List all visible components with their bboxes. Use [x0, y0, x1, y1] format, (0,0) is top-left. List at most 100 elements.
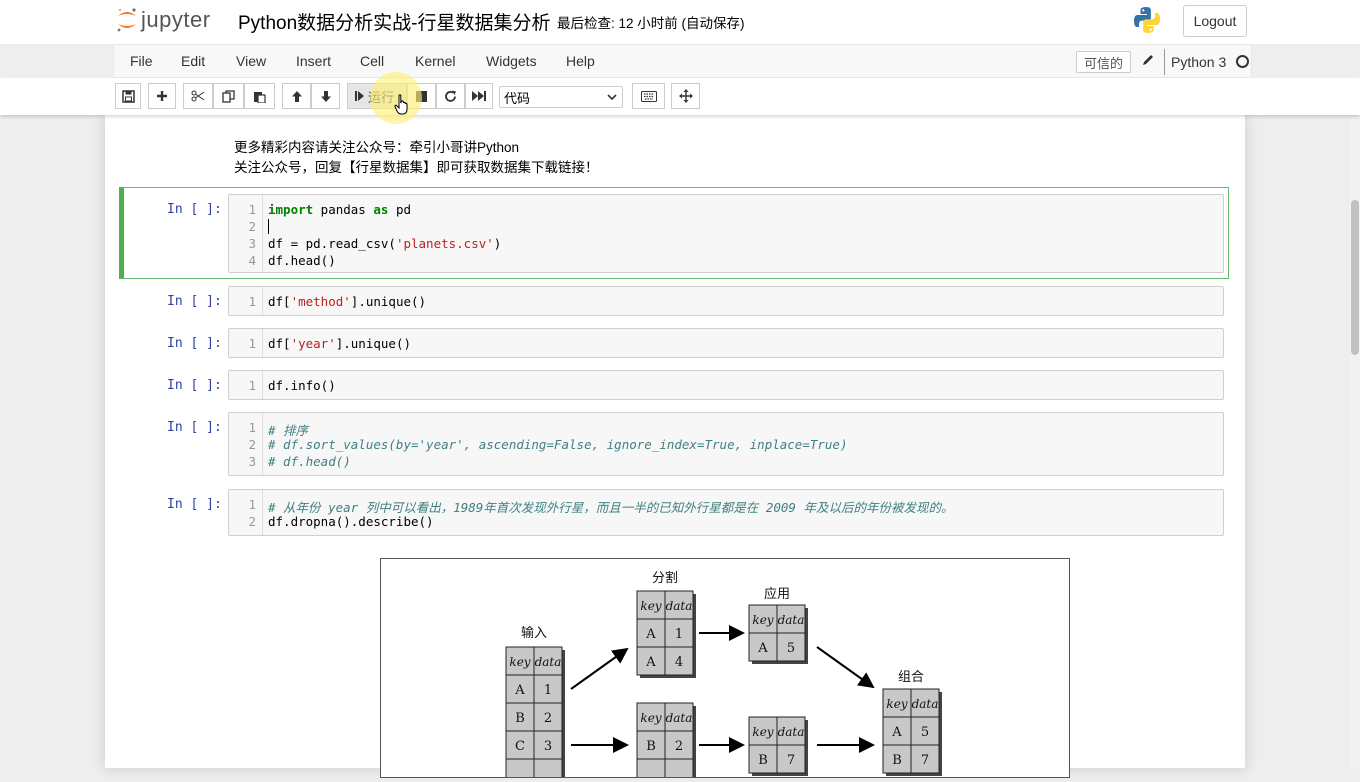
code-cell[interactable]: In [ ]: 1 df['method'].unique() — [119, 286, 1229, 318]
menu-insert[interactable]: Insert — [296, 53, 331, 69]
chevron-down-icon — [607, 94, 617, 101]
notebook-container: 更多精彩内容请关注公众号：牵引小哥讲Python 关注公众号，回复【行星数据集】… — [105, 115, 1245, 782]
menu-help[interactable]: Help — [566, 53, 595, 69]
input-table-header-data: data — [535, 655, 562, 669]
cell-type-select[interactable]: 代码 — [499, 86, 623, 108]
flow-arrow — [816, 646, 875, 689]
split-table-b-key: B — [646, 739, 656, 754]
split-table-b-header-key: key — [640, 711, 661, 725]
copy-button[interactable] — [213, 83, 244, 109]
header-bar: jupyter Python数据分析实战-行星数据集分析 最后检查: 12 小时… — [0, 0, 1360, 44]
paste-icon — [254, 91, 266, 103]
code-line: df.head() — [268, 253, 336, 268]
line-gutter: 1234 — [229, 195, 263, 272]
move-down-button[interactable] — [311, 83, 340, 109]
menu-file[interactable]: File — [130, 53, 153, 69]
step-forward-icon — [355, 91, 364, 101]
menu-edit[interactable]: Edit — [181, 53, 205, 69]
kernel-idle-indicator — [1236, 55, 1249, 68]
combine-table-value: 7 — [921, 753, 929, 768]
trusted-indicator[interactable]: 可信的 — [1076, 51, 1131, 73]
cell-prompt: In [ ]: — [167, 202, 222, 217]
combine-table-header-key: key — [886, 697, 907, 711]
input-table-value: 2 — [544, 711, 552, 726]
pencil-icon[interactable] — [1141, 53, 1155, 67]
restart-run-all-button[interactable] — [465, 83, 493, 109]
move-toolbar-button[interactable] — [671, 83, 700, 109]
notebook-title[interactable]: Python数据分析实战-行星数据集分析 — [238, 8, 550, 35]
input-table-key: A — [514, 683, 525, 698]
crosshair-arrows-icon — [678, 89, 693, 103]
text-cursor — [268, 219, 269, 234]
keyboard-icon — [640, 90, 657, 102]
menu-cell[interactable]: Cell — [360, 53, 384, 69]
code-input[interactable]: 123 # 排序 # df.sort_values(by='year', asc… — [228, 412, 1224, 476]
arrow-down-icon — [320, 90, 331, 102]
input-table-value: 3 — [544, 739, 552, 754]
code-input[interactable]: 12 # 从年份 year 列中可以看出，1989年首次发现外行星，而且一半的已… — [228, 489, 1224, 536]
split-table-a-header-data: data — [666, 599, 693, 613]
insert-cell-button[interactable] — [148, 83, 176, 109]
line-gutter: 12 — [229, 490, 263, 535]
code-input[interactable]: 1234 import pandas as pd df = pd.read_cs… — [228, 194, 1224, 273]
scrollbar-thumb[interactable] — [1351, 200, 1359, 355]
code-cell[interactable]: In [ ]: 123 # 排序 # df.sort_values(by='ye… — [119, 412, 1229, 476]
cell-prompt: In [ ]: — [167, 336, 222, 351]
menu-widgets[interactable]: Widgets — [486, 53, 537, 69]
code-input[interactable]: 1 df['method'].unique() — [228, 286, 1224, 316]
kernel-name[interactable]: Python 3 — [1171, 54, 1226, 70]
line-gutter: 1 — [229, 287, 263, 315]
apply-table-a-header-key: key — [752, 613, 773, 627]
floppy-disk-icon — [121, 89, 135, 103]
input-table-key: B — [515, 711, 525, 726]
code-line: df.info() — [268, 378, 336, 393]
code-line: df['year'].unique() — [268, 336, 411, 351]
flow-arrow — [570, 647, 629, 690]
refresh-icon — [445, 90, 456, 102]
logout-button[interactable]: Logout — [1183, 5, 1247, 37]
apply-table-a-header-data: data — [778, 613, 805, 627]
toolbar: 运行 代码 — [0, 78, 1360, 115]
code-input[interactable]: 1 df['year'].unique() — [228, 328, 1224, 358]
apply-table-b-value: 7 — [787, 753, 795, 768]
code-cell[interactable]: In [ ]: 1 df['year'].unique() — [119, 328, 1229, 360]
restart-button[interactable] — [436, 83, 465, 109]
command-palette-button[interactable] — [632, 83, 665, 109]
input-table-key: C — [515, 739, 525, 754]
copy-icon — [222, 89, 235, 103]
plus-icon — [157, 91, 167, 101]
label-input: 输入 — [521, 625, 547, 641]
combine-table-value: 5 — [921, 725, 929, 740]
jupyter-logo[interactable]: jupyter — [116, 4, 211, 36]
split-table-a-key: A — [645, 655, 656, 670]
move-up-button[interactable] — [282, 83, 311, 109]
apply-table-b-header-key: key — [752, 725, 773, 739]
input-table-header-key: key — [509, 655, 530, 669]
apply-table-b-key: B — [758, 753, 768, 768]
split-table-a-key: A — [645, 627, 656, 642]
line-gutter: 1 — [229, 329, 263, 357]
line-gutter: 123 — [229, 413, 263, 475]
fast-forward-icon — [472, 91, 486, 101]
menu-view[interactable]: View — [236, 53, 266, 69]
code-cell[interactable]: In [ ]: 12 # 从年份 year 列中可以看出，1989年首次发现外行… — [119, 489, 1229, 537]
checkpoint-status: 最后检查: 12 小时前 (自动保存) — [557, 16, 745, 31]
code-line: df['method'].unique() — [268, 294, 427, 309]
apply-table-b-header-data: data — [778, 725, 805, 739]
save-button[interactable] — [115, 83, 141, 109]
jupyter-logo-text: jupyter — [141, 7, 211, 32]
cell-prompt: In [ ]: — [167, 420, 222, 435]
kernel-separator — [1164, 49, 1165, 75]
split-table-a-header-key: key — [640, 599, 661, 613]
menubar: File Edit View Insert Cell Kernel Widget… — [113, 44, 1252, 78]
code-input[interactable]: 1 df.info() — [228, 370, 1224, 400]
code-cell[interactable]: In [ ]: 1 df.info() — [119, 370, 1229, 402]
code-cell-selected[interactable]: In [ ]: 1234 import pandas as pd df = pd… — [119, 187, 1229, 279]
menu-kernel[interactable]: Kernel — [415, 53, 455, 69]
python-logo-icon — [1134, 7, 1160, 33]
label-combine: 组合 — [898, 670, 924, 685]
cut-button[interactable] — [183, 83, 213, 109]
paste-button[interactable] — [244, 83, 275, 109]
code-comment: # df.sort_values(by='year', ascending=Fa… — [268, 437, 848, 452]
apply-table-a-value: 5 — [787, 641, 795, 656]
